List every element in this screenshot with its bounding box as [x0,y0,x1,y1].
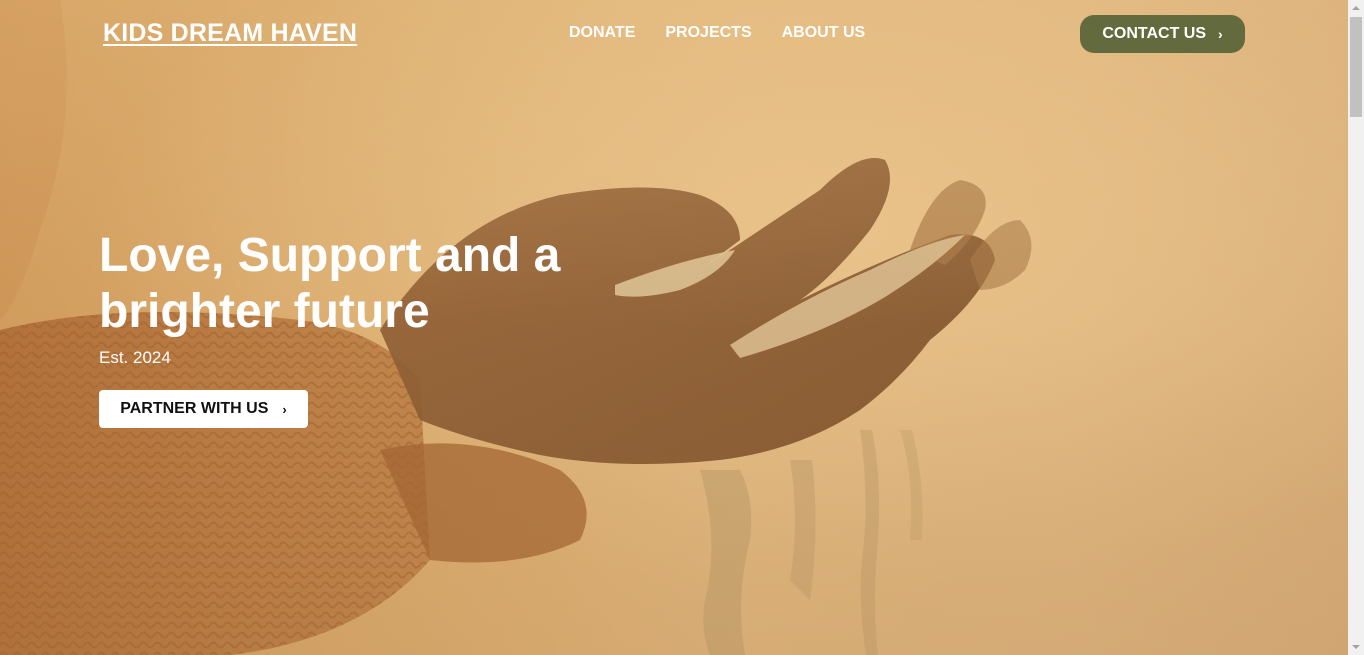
contact-us-label: CONTACT US [1102,25,1207,42]
page-scrollbar[interactable] [1348,0,1364,655]
scroll-up-arrow-icon[interactable] [1348,0,1364,16]
chevron-right-icon: › [282,401,287,417]
nav-donate[interactable]: DONATE [569,24,635,42]
partner-with-us-label: PARTNER WITH US [120,400,269,417]
page: KIDS DREAM HAVEN DONATE PROJECTS ABOUT U… [0,0,1364,655]
nav-about-us[interactable]: ABOUT US [782,24,866,42]
chevron-right-icon: › [1218,26,1223,42]
established-year: Est. 2024 [99,348,171,367]
main-nav: DONATE PROJECTS ABOUT US [569,24,865,42]
hero-headline: Love, Support and a brighter future [99,229,561,338]
site-logo[interactable]: KIDS DREAM HAVEN [103,19,357,48]
partner-with-us-button[interactable]: PARTNER WITH US › [99,390,308,428]
nav-projects[interactable]: PROJECTS [665,24,751,42]
scroll-down-arrow-icon[interactable] [1348,639,1364,655]
scrollbar-thumb[interactable] [1350,17,1362,117]
contact-us-button[interactable]: CONTACT US › [1080,15,1245,53]
hero-section: KIDS DREAM HAVEN DONATE PROJECTS ABOUT U… [0,0,1348,655]
